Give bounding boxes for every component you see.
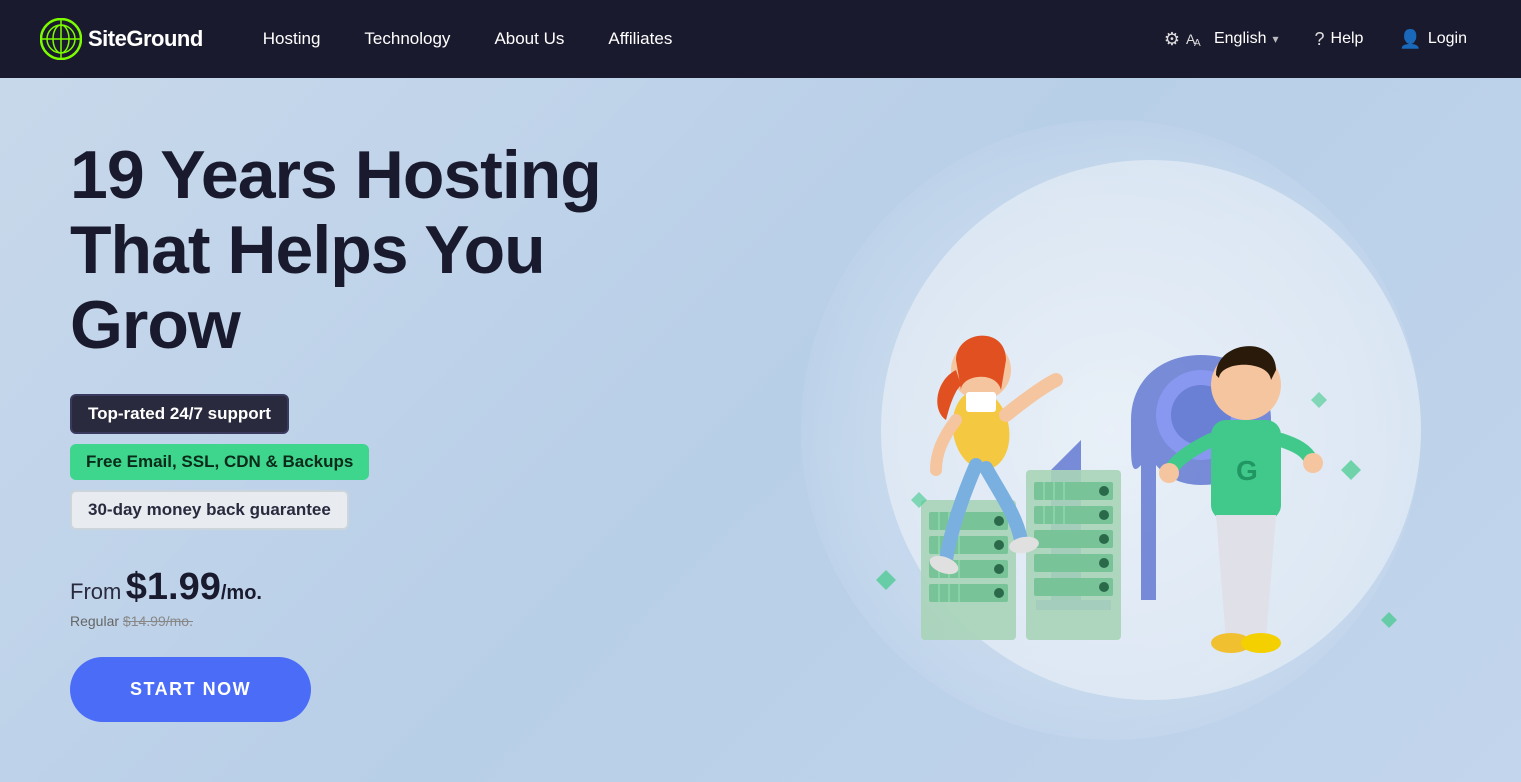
hero-title: 19 Years Hosting That Helps You Grow — [70, 138, 720, 362]
login-icon: 👤 — [1399, 29, 1421, 50]
language-label: English — [1214, 30, 1266, 48]
nav-links: Hosting Technology About Us Affiliates — [243, 21, 1150, 57]
nav-technology[interactable]: Technology — [344, 21, 470, 57]
price-from-label: From — [70, 579, 121, 604]
badge-money-back: 30-day money back guarantee — [70, 490, 349, 530]
price-regular: Regular $14.99/mo. — [70, 613, 720, 629]
logo-text: SiteGround — [88, 26, 203, 52]
badge-free: Free Email, SSL, CDN & Backups — [70, 444, 369, 480]
start-now-button[interactable]: START NOW — [70, 657, 311, 722]
hero-price: From $1.99/mo. Regular $14.99/mo. — [70, 566, 720, 629]
navbar: SiteGround Hosting Technology About Us A… — [0, 0, 1521, 78]
hero-section: 19 Years Hosting That Helps You Grow Top… — [0, 78, 1521, 782]
language-selector[interactable]: ⚙ A A English ▾ — [1150, 21, 1293, 58]
logo-icon — [40, 18, 82, 60]
svg-text:A: A — [1194, 38, 1201, 48]
nav-affiliates[interactable]: Affiliates — [588, 21, 692, 57]
svg-text:G: G — [1236, 455, 1258, 486]
chevron-down-icon: ▾ — [1272, 32, 1278, 46]
nav-hosting[interactable]: Hosting — [243, 21, 341, 57]
hero-badges: Top-rated 24/7 support Free Email, SSL, … — [70, 394, 720, 530]
nav-right: ⚙ A A English ▾ ? Help 👤 Login — [1150, 21, 1481, 58]
price-regular-label: Regular — [70, 613, 119, 629]
help-icon: ? — [1315, 29, 1325, 50]
hero-svg-illustration: G — [781, 120, 1501, 740]
badge-support: Top-rated 24/7 support — [70, 394, 289, 434]
price-regular-value: $14.99/mo. — [123, 613, 193, 629]
logo-link[interactable]: SiteGround — [40, 18, 203, 60]
translate-icon-svg: A A — [1186, 30, 1206, 48]
hero-illustration: G — [781, 120, 1501, 740]
translate-icon: ⚙ — [1164, 29, 1180, 50]
hero-content: 19 Years Hosting That Helps You Grow Top… — [70, 138, 720, 722]
price-main: $1.99 — [126, 566, 221, 608]
help-link[interactable]: ? Help — [1301, 21, 1378, 58]
price-per: /mo. — [221, 582, 262, 604]
login-label: Login — [1428, 30, 1467, 48]
nav-about-us[interactable]: About Us — [474, 21, 584, 57]
login-link[interactable]: 👤 Login — [1385, 21, 1481, 58]
help-label: Help — [1331, 30, 1364, 48]
